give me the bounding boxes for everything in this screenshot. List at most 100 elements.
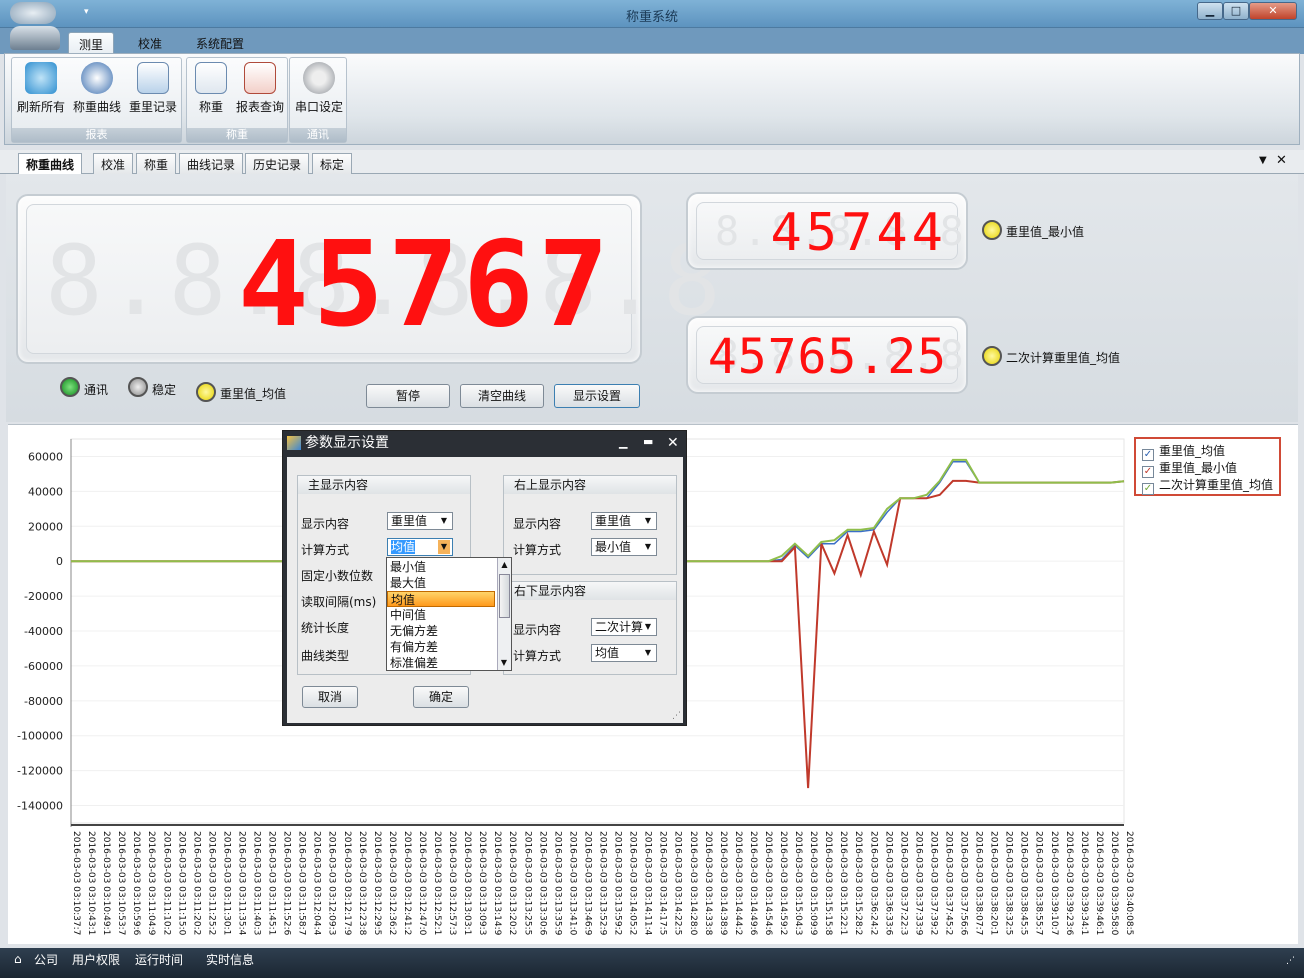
- tr-content-value: 重里值: [595, 514, 632, 528]
- x-tick-label: 2016-03-03 03:39:58:0: [1109, 831, 1119, 936]
- tr-calc-value: 最小值: [595, 540, 632, 554]
- x-tick-label: 2016-03-03 03:11:25:2: [206, 831, 216, 935]
- x-tick-label: 2016-03-03 03:10:53:7: [116, 831, 126, 935]
- x-tick-label: 2016-03-03 03:12:36:2: [387, 831, 397, 935]
- tab-list-dropdown-icon[interactable]: ▼: [1259, 155, 1267, 166]
- x-tick-label: 2016-03-03 03:11:45:1: [267, 831, 277, 935]
- minimize-button[interactable]: ▁: [1197, 2, 1223, 20]
- legend-label-min: 重里值_最小值: [1159, 461, 1238, 475]
- app-menu-button[interactable]: [10, 26, 60, 50]
- x-tick-label: 2016-03-03 03:37:56:6: [959, 831, 969, 936]
- tab-weigh[interactable]: 称重: [136, 153, 177, 174]
- dropdown-scrollbar[interactable]: ▲ ▼: [497, 558, 511, 670]
- x-tick-label: 2016-03-03 03:36:24:2: [868, 831, 878, 935]
- x-tick-label: 2016-03-03 03:13:30:6: [537, 831, 547, 936]
- tr-content-select[interactable]: 重里值 ▼: [591, 512, 657, 530]
- scroll-up-icon[interactable]: ▲: [498, 558, 511, 572]
- chevron-down-icon: ▼: [644, 648, 652, 657]
- tab-calibrate[interactable]: 校准: [93, 153, 134, 174]
- weigh-curve-button[interactable]: 称重曲线: [70, 62, 124, 115]
- tr-calc-select[interactable]: 最小值 ▼: [591, 538, 657, 556]
- tab-weigh-curve[interactable]: 称重曲线: [18, 153, 83, 174]
- close-button[interactable]: ✕: [1249, 2, 1297, 20]
- dialog-title: 参数显示设置: [305, 435, 389, 451]
- scroll-thumb[interactable]: [499, 574, 510, 618]
- br-content-select[interactable]: 二次计算 ▼: [591, 618, 657, 636]
- curve-type-label: 曲线类型: [301, 649, 350, 663]
- cancel-button[interactable]: 取消: [302, 686, 358, 708]
- x-tick-label: 2016-03-03 03:13:59:2: [613, 831, 623, 935]
- option-mean[interactable]: 均值: [387, 591, 495, 607]
- ribbon-tab-bar: 测里 校准 系统配置: [0, 26, 1304, 54]
- x-tick-label: 2016-03-03 03:11:10:2: [161, 831, 171, 935]
- main-content-label: 显示内容: [301, 517, 350, 531]
- br-content-label: 显示内容: [513, 623, 562, 637]
- option-unbiased-var[interactable]: 无偏方差: [387, 623, 495, 639]
- x-tick-label: 2016-03-03 03:11:15:0: [176, 831, 186, 936]
- legend-checkbox-secondary[interactable]: ✓: [1142, 483, 1154, 495]
- serial-settings-button[interactable]: 串口设定: [292, 62, 346, 115]
- option-std-dev[interactable]: 标准偏差: [387, 655, 495, 671]
- ribbon-tab-config[interactable]: 系统配置: [186, 32, 254, 54]
- dialog-title-bar: 参数显示设置 ▁ ▬ ✕: [283, 431, 686, 457]
- tab-history[interactable]: 历史记录: [245, 153, 310, 174]
- main-content-select[interactable]: 重里值 ▼: [387, 512, 453, 530]
- status-company: 公司: [34, 953, 59, 967]
- dialog-minimize-button[interactable]: ▁: [619, 431, 627, 455]
- option-min[interactable]: 最小值: [387, 559, 495, 575]
- ribbon-group-report: 刷新所有 称重曲线 重里记录 报表: [11, 57, 182, 143]
- option-max[interactable]: 最大值: [387, 575, 495, 591]
- mean-status-led: [196, 382, 216, 402]
- chevron-down-icon: ▼: [644, 516, 652, 525]
- ok-button[interactable]: 确定: [413, 686, 469, 708]
- pause-button[interactable]: 暂停: [366, 384, 450, 408]
- legend-label-mean: 重里值_均值: [1159, 444, 1226, 458]
- ribbon-tab-calibrate[interactable]: 校准: [128, 32, 172, 54]
- main-content-value: 重里值: [391, 514, 428, 528]
- x-tick-label: 2016-03-03 03:13:52:9: [598, 831, 608, 936]
- option-biased-var[interactable]: 有偏方差: [387, 639, 495, 655]
- tab-target[interactable]: 标定: [312, 153, 353, 174]
- dialog-maximize-button[interactable]: ▬: [643, 430, 653, 454]
- main-calc-select[interactable]: 均值 ▼: [387, 538, 453, 556]
- weight-record-button[interactable]: 重里记录: [126, 62, 180, 115]
- x-tick-label: 2016-03-03 03:13:35:9: [552, 831, 562, 936]
- option-median[interactable]: 中间值: [387, 607, 495, 623]
- tab-curve-record[interactable]: 曲线记录: [179, 153, 244, 174]
- x-tick-label: 2016-03-03 03:14:44:2: [733, 831, 743, 935]
- x-tick-label: 2016-03-03 03:14:22:5: [673, 831, 683, 935]
- x-tick-label: 2016-03-03 03:15:04:3: [793, 831, 803, 935]
- maximize-button[interactable]: □: [1223, 2, 1249, 20]
- top-right-group-title: 右上显示内容: [504, 476, 676, 494]
- status-runtime: 运行时间: [135, 953, 184, 967]
- legend-item-min[interactable]: ✓ 重里值_最小值: [1142, 460, 1238, 478]
- y-tick-label: -40000: [24, 625, 63, 638]
- x-tick-label: 2016-03-03 03:38:55:7: [1034, 831, 1044, 935]
- display-settings-button[interactable]: 显示设置: [554, 384, 640, 408]
- legend-item-mean[interactable]: ✓ 重里值_均值: [1142, 443, 1226, 461]
- br-calc-select[interactable]: 均值 ▼: [591, 644, 657, 662]
- weight-record-label: 重里记录: [128, 100, 177, 114]
- refresh-icon: [25, 62, 57, 94]
- chart-legend: ✓ 重里值_均值 ✓ 重里值_最小值 ✓ 二次计算重里值_均值: [1134, 437, 1281, 496]
- main-display: 8.8.8.8.8.8 45767: [16, 194, 721, 364]
- y-tick-label: -80000: [24, 695, 63, 708]
- report-query-button[interactable]: 报表查询: [231, 62, 289, 115]
- resize-grip-icon[interactable]: ⋰: [1286, 956, 1295, 966]
- top-right-label: 重里值_最小值: [1006, 225, 1085, 239]
- title-bar: ▾ 称重系统 ▁ □ ✕: [0, 0, 1304, 28]
- clear-curve-button[interactable]: 清空曲线: [460, 384, 544, 408]
- ribbon-tab-measure[interactable]: 测里: [68, 32, 115, 54]
- chevron-down-icon: ▼: [644, 622, 652, 631]
- chevron-down-icon: ▼: [438, 540, 450, 554]
- resize-grip-icon[interactable]: ⋰: [672, 711, 681, 721]
- refresh-all-button[interactable]: 刷新所有: [14, 62, 68, 115]
- tab-close-icon[interactable]: ✕: [1276, 153, 1287, 168]
- stable-status-label: 稳定: [152, 383, 177, 397]
- dialog-close-button[interactable]: ✕: [667, 431, 679, 455]
- status-realtime: 实时信息: [206, 953, 255, 967]
- legend-item-secondary[interactable]: ✓ 二次计算重里值_均值: [1142, 477, 1273, 495]
- bottom-right-display: 8.8.8.8.8 45765.25: [686, 316, 968, 394]
- scroll-down-icon[interactable]: ▼: [498, 656, 510, 670]
- weigh-button[interactable]: 称重: [189, 62, 233, 115]
